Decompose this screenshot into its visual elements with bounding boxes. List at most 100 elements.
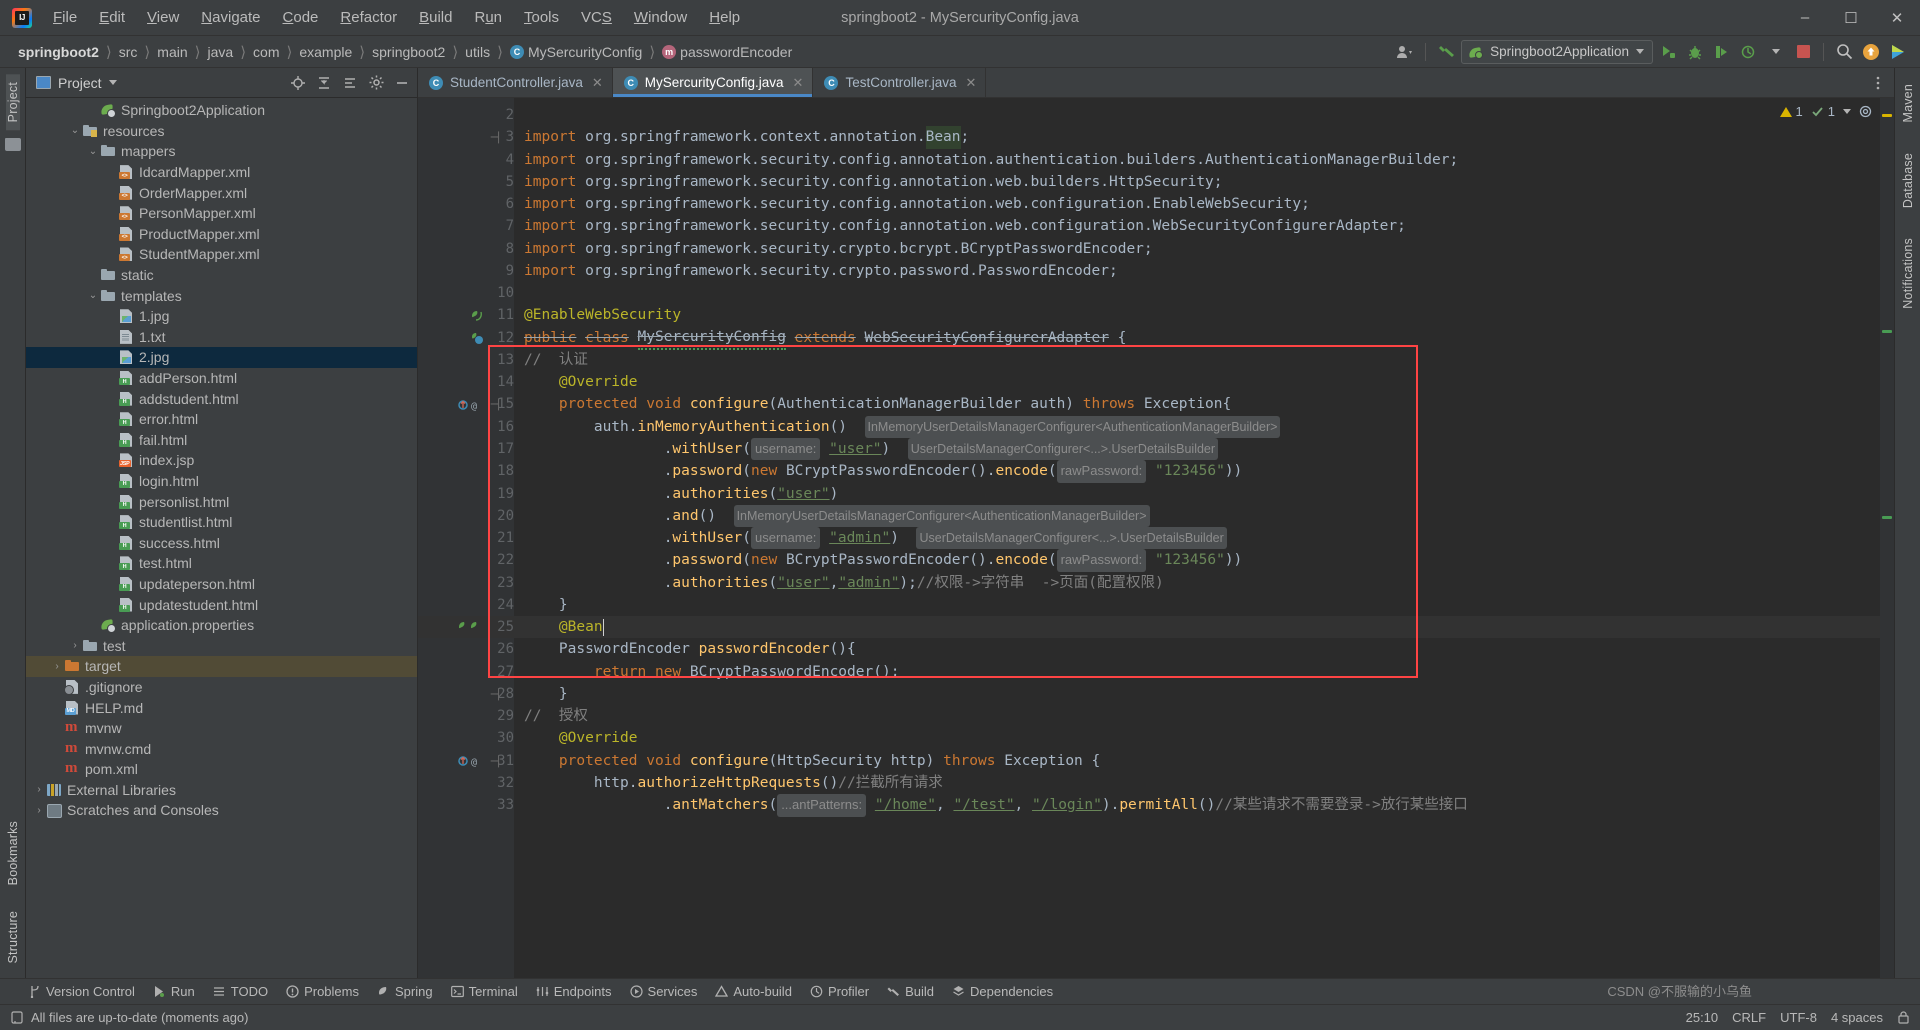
indent-setting[interactable]: 4 spaces <box>1831 1010 1883 1025</box>
inspection-settings-icon[interactable] <box>1859 105 1872 118</box>
gutter-line[interactable]: 12 <box>418 327 514 349</box>
tree-twisty[interactable]: › <box>50 661 64 672</box>
maximize-button[interactable]: ☐ <box>1828 0 1874 36</box>
breadcrumb-item-method[interactable]: m passwordEncoder <box>658 42 796 62</box>
settings-gear-icon[interactable] <box>367 74 385 92</box>
tool-window-spring[interactable]: Spring <box>369 982 441 1001</box>
tree-item[interactable]: ⌄ templates <box>26 285 417 306</box>
tree-item[interactable]: <> ProductMapper.xml <box>26 224 417 245</box>
code-line[interactable]: // 授权 <box>514 705 1880 727</box>
gutter-line[interactable]: 18 <box>418 460 514 482</box>
code-line[interactable]: protected void configure(AuthenticationM… <box>514 393 1880 415</box>
tree-item[interactable]: Hstudentlist.html <box>26 512 417 533</box>
tool-button-maven[interactable]: Maven <box>1901 76 1915 131</box>
gutter-line[interactable]: @15 ─⎸ <box>418 393 514 415</box>
user-avatar-icon[interactable] <box>1393 40 1417 64</box>
close-icon[interactable]: ✕ <box>966 75 977 91</box>
close-icon[interactable]: ✕ <box>592 75 603 91</box>
tree-item[interactable]: Hlogin.html <box>26 471 417 492</box>
tree-item[interactable]: › test <box>26 635 417 656</box>
tree-item[interactable]: Hupdateperson.html <box>26 574 417 595</box>
breadcrumb-item-example[interactable]: example <box>295 42 356 62</box>
code-line[interactable]: @EnableWebSecurity <box>514 304 1880 326</box>
gutter-line[interactable]: 25 <box>418 616 514 639</box>
close-button[interactable]: ✕ <box>1874 0 1920 36</box>
code-line[interactable]: http. authorizeHttpRequests()//拦截所有请求 <box>514 772 1880 794</box>
stop-icon[interactable] <box>1791 40 1815 64</box>
ide-feature-icon[interactable] <box>1886 40 1910 64</box>
locate-icon[interactable] <box>289 74 307 92</box>
gutter-line[interactable]: 32 <box>418 772 514 794</box>
breadcrumb-item-java[interactable]: java <box>204 42 238 62</box>
menu-file[interactable]: File <box>42 5 88 30</box>
tool-window-run[interactable]: Run <box>145 982 203 1001</box>
tree-item[interactable]: Htest.html <box>26 553 417 574</box>
tree-item[interactable]: mvnw.cmd <box>26 738 417 759</box>
gutter-line[interactable]: 27 <box>418 661 514 683</box>
lock-icon[interactable] <box>10 1011 23 1024</box>
gutter-line[interactable]: 2 <box>418 104 514 126</box>
breadcrumb-item-main[interactable]: main <box>153 42 191 62</box>
tree-item[interactable]: <> StudentMapper.xml <box>26 244 417 265</box>
gutter-line[interactable]: 19 <box>418 483 514 505</box>
gutter-line[interactable]: 30 <box>418 727 514 749</box>
tool-button-bookmarks[interactable]: Bookmarks <box>6 813 20 893</box>
menu-build[interactable]: Build <box>408 5 463 30</box>
run-with-coverage-icon[interactable] <box>1710 40 1734 64</box>
tab-student-controller[interactable]: C StudentController.java ✕ <box>418 68 613 97</box>
stripe-info-mark[interactable] <box>1882 516 1892 519</box>
breadcrumb-item-springboot2[interactable]: springboot2 <box>368 42 449 62</box>
code-line[interactable]: import org. springframework. security. conf… <box>514 193 1880 215</box>
run-configuration-selector[interactable]: Springboot2Application <box>1461 39 1653 64</box>
gutter-line[interactable]: 5 <box>418 171 514 193</box>
tree-twisty[interactable]: › <box>32 805 46 816</box>
breadcrumb-item-src[interactable]: src <box>115 42 142 62</box>
breadcrumb-item-project[interactable]: springboot2 <box>14 42 103 62</box>
collapse-all-icon[interactable] <box>315 74 333 92</box>
tool-window-version-control[interactable]: Version Control <box>20 982 143 1001</box>
tab-test-controller[interactable]: C TestController.java ✕ <box>813 68 987 97</box>
code-line[interactable]: @Override <box>514 371 1880 393</box>
gutter-line[interactable]: 26 <box>418 638 514 660</box>
tree-twisty[interactable]: › <box>32 784 46 795</box>
gutter-line[interactable]: 22 <box>418 549 514 571</box>
menu-window[interactable]: Window <box>623 5 698 30</box>
file-encoding[interactable]: UTF-8 <box>1780 1010 1817 1025</box>
tree-item[interactable]: › target <box>26 656 417 677</box>
tree-item[interactable]: mvnw <box>26 718 417 739</box>
gutter-line[interactable]: 10 <box>418 282 514 304</box>
tool-window-profiler[interactable]: Profiler <box>802 982 877 1001</box>
tree-item[interactable]: Hpersonlist.html <box>26 491 417 512</box>
tree-item[interactable]: <> OrderMapper.xml <box>26 182 417 203</box>
code-line[interactable]: import org. springframework. security. conf… <box>514 171 1880 193</box>
code-editor[interactable]: import org.springframework.context.annot… <box>514 98 1880 978</box>
gutter-line[interactable]: 17 <box>418 438 514 460</box>
project-panel-title[interactable]: Project <box>36 75 117 91</box>
hide-panel-icon[interactable] <box>393 74 411 92</box>
tree-item[interactable]: Herror.html <box>26 409 417 430</box>
code-line[interactable]: public class MySercurityConfig extends W… <box>514 327 1880 350</box>
structure-panel-icon[interactable] <box>4 138 21 152</box>
line-separator[interactable]: CRLF <box>1732 1010 1766 1025</box>
menu-run[interactable]: Run <box>463 5 513 30</box>
tree-twisty[interactable]: ⌄ <box>86 290 100 301</box>
tree-item[interactable]: <> IdcardMapper.xml <box>26 162 417 183</box>
tool-window-dependencies[interactable]: Dependencies <box>944 982 1061 1001</box>
code-line[interactable]: import org. springframework. security. cryp… <box>514 238 1880 260</box>
tree-item[interactable]: static <box>26 265 417 286</box>
code-line[interactable]: import org. springframework. security. conf… <box>514 149 1880 171</box>
tree-item[interactable]: .gitignore <box>26 677 417 698</box>
code-line[interactable]: } <box>514 594 1880 616</box>
breadcrumb-item-class[interactable]: C MySercurityConfig <box>506 42 646 62</box>
weak-warning-count[interactable]: 1 <box>1811 104 1835 119</box>
gutter-line[interactable]: 11 <box>418 304 514 326</box>
tool-window-terminal[interactable]: Terminal <box>443 982 526 1001</box>
code-line[interactable]: . password(new BCryptPasswordEncoder(). en… <box>514 549 1880 572</box>
tree-item[interactable]: Hupdatestudent.html <box>26 594 417 615</box>
debug-icon[interactable] <box>1683 40 1707 64</box>
gutter-line[interactable]: 9 <box>418 260 514 282</box>
gutter-line[interactable]: @31 ─⎸ <box>418 750 514 772</box>
caret-position[interactable]: 25:10 <box>1686 1010 1719 1025</box>
run-icon[interactable] <box>1656 40 1680 64</box>
code-line[interactable]: auth. inMemoryAuthentication() InMemoryUs… <box>514 415 1880 438</box>
